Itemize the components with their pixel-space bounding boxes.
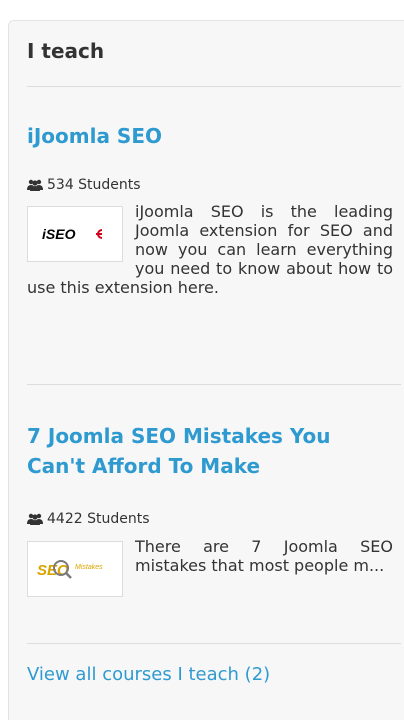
divider <box>27 384 401 385</box>
widget-heading: I teach <box>27 39 105 63</box>
course-description: iSEO iJoomla SEO is the leading Joomla e… <box>27 202 393 297</box>
users-icon <box>27 513 43 525</box>
view-all-courses-link[interactable]: View all courses I teach (2) <box>27 664 270 685</box>
course-title-link[interactable]: 7 Joomla SEO Mistakes You Can't Afford T… <box>27 421 387 481</box>
divider <box>27 86 401 87</box>
seo-logo-text: SEO <box>37 562 69 579</box>
students-count: 534 Students <box>27 177 141 193</box>
students-count: 4422 Students <box>27 511 149 527</box>
students-label: 4422 Students <box>47 511 150 527</box>
users-icon <box>27 179 43 191</box>
i-teach-widget: I teach iJoomla SEO 534 Students iSEO iJ… <box>8 20 404 720</box>
students-label: 534 Students <box>47 177 141 193</box>
iseo-logo-icon: iSEO <box>42 226 103 242</box>
seo-logo-subtext: Mistakes <box>75 564 103 571</box>
divider <box>27 643 401 644</box>
seo-mistakes-logo-icon: SEO Mistakes <box>37 560 103 579</box>
course-description-text: There are 7 Joomla SEO mistakes that mos… <box>135 537 393 575</box>
course-title-link[interactable]: iJoomla SEO <box>27 121 387 151</box>
course-description: SEO Mistakes There are 7 Joomla SEO mist… <box>27 537 393 601</box>
course-thumbnail[interactable]: iSEO <box>27 206 123 262</box>
iseo-logo-text: iSEO <box>42 226 76 242</box>
course-thumbnail[interactable]: SEO Mistakes <box>27 541 123 597</box>
